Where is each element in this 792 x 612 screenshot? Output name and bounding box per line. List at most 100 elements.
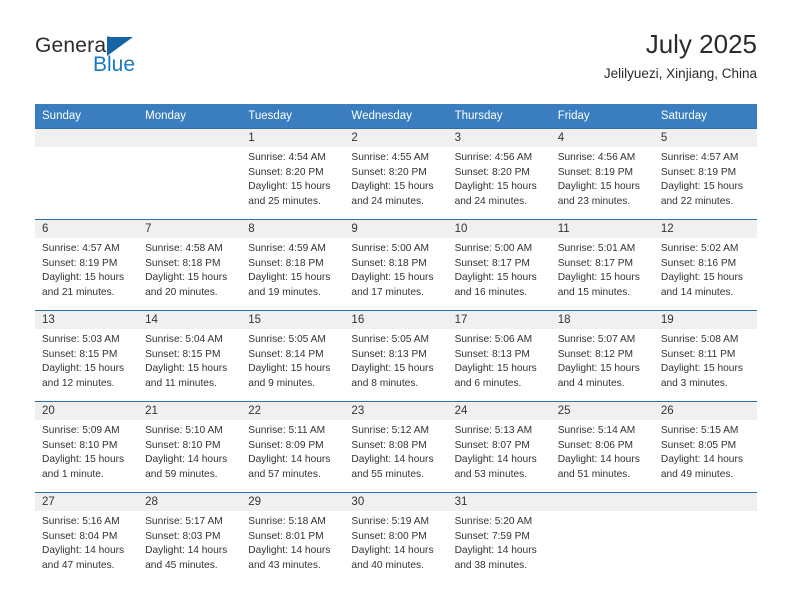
day-details: Sunrise: 5:03 AM Sunset: 8:15 PM Daylight:…: [35, 329, 138, 391]
calendar-day-cell[interactable]: 28 Sunrise: 5:17 AM Sunset: 8:03 PM Dayligh…: [138, 492, 242, 583]
day-details: Sunrise: 4:56 AM Sunset: 8:19 PM Daylight:…: [551, 147, 654, 209]
calendar-day-cell[interactable]: 14 Sunrise: 5:04 AM Sunset: 8:15 PM Dayligh…: [138, 310, 242, 402]
sunset-text: Sunset: 8:09 PM: [248, 439, 324, 451]
daylight-text-line2: and 6 minutes.: [454, 377, 522, 389]
calendar-day-cell[interactable]: 2 Sunrise: 4:55 AM Sunset: 8:20 PM Daylight…: [344, 128, 448, 220]
day-details: [654, 511, 757, 515]
calendar-day-cell[interactable]: 20 Sunrise: 5:09 AM Sunset: 8:10 PM Dayligh…: [35, 401, 139, 493]
daylight-text-line1: Daylight: 14 hours: [42, 545, 125, 557]
calendar-day-cell[interactable]: 1 Sunrise: 4:54 AM Sunset: 8:20 PM Daylight…: [241, 128, 345, 220]
sunset-text: Sunset: 8:03 PM: [145, 530, 221, 542]
sunrise-text: Sunrise: 5:08 AM: [660, 334, 739, 345]
calendar-day-cell[interactable]: 8 Sunrise: 4:59 AM Sunset: 8:18 PM Daylight…: [241, 219, 345, 311]
sunrise-text: Sunrise: 5:10 AM: [145, 425, 223, 436]
sunset-text: Sunset: 8:15 PM: [145, 348, 221, 360]
calendar-day-cell[interactable]: 27 Sunrise: 5:16 AM Sunset: 8:04 PM Dayligh…: [35, 492, 139, 583]
brand-logo[interactable]: General Blue: [35, 34, 265, 90]
calendar-day-cell[interactable]: 12 Sunrise: 5:02 AM Sunset: 8:16 PM Dayligh…: [653, 219, 757, 311]
sunrise-text: Sunrise: 5:05 AM: [351, 334, 430, 345]
calendar-day-cell[interactable]: 9 Sunrise: 5:00 AM Sunset: 8:18 PM Daylight…: [344, 219, 448, 311]
calendar-day-cell[interactable]: 18 Sunrise: 5:07 AM Sunset: 8:12 PM Dayligh…: [550, 310, 654, 402]
calendar-day-cell[interactable]: 29 Sunrise: 5:18 AM Sunset: 8:01 PM Dayligh…: [241, 492, 345, 583]
day-number: [653, 493, 757, 511]
daylight-text-line1: Daylight: 14 hours: [351, 454, 434, 466]
daylight-text-line2: and 4 minutes.: [557, 377, 625, 389]
daylight-text-line2: and 21 minutes.: [42, 286, 115, 298]
sunset-text: Sunset: 8:04 PM: [42, 530, 118, 542]
day-number: 31: [447, 493, 551, 511]
weekday-header-saturday: Saturday: [653, 104, 757, 129]
day-details: Sunrise: 5:02 AM Sunset: 8:16 PM Daylight:…: [654, 238, 757, 300]
daylight-text-line1: Daylight: 15 hours: [454, 181, 537, 193]
daylight-text-line1: Daylight: 15 hours: [145, 272, 228, 284]
day-details: Sunrise: 4:55 AM Sunset: 8:20 PM Daylight:…: [344, 147, 447, 209]
sunset-text: Sunset: 8:08 PM: [351, 439, 427, 451]
calendar-header-row: Sunday Monday Tuesday Wednesday Thursday…: [35, 104, 757, 129]
calendar-day-cell-empty: [35, 128, 139, 220]
day-details: [35, 147, 138, 151]
sunset-text: Sunset: 8:10 PM: [145, 439, 221, 451]
sunset-text: Sunset: 8:17 PM: [454, 257, 530, 269]
calendar-day-cell[interactable]: 3 Sunrise: 4:56 AM Sunset: 8:20 PM Daylight…: [447, 128, 551, 220]
day-details: Sunrise: 4:59 AM Sunset: 8:18 PM Daylight:…: [241, 238, 344, 300]
daylight-text-line2: and 16 minutes.: [454, 286, 528, 298]
calendar-day-cell[interactable]: 16 Sunrise: 5:05 AM Sunset: 8:13 PM Dayligh…: [344, 310, 448, 402]
calendar-day-cell[interactable]: 19 Sunrise: 5:08 AM Sunset: 8:11 PM Dayligh…: [653, 310, 757, 402]
day-number: 14: [138, 311, 242, 329]
day-number: 25: [550, 402, 654, 420]
calendar-day-cell[interactable]: 10 Sunrise: 5:00 AM Sunset: 8:17 PM Dayligh…: [447, 219, 551, 311]
daylight-text-line1: Daylight: 15 hours: [351, 363, 434, 375]
day-details: Sunrise: 4:54 AM Sunset: 8:20 PM Daylight:…: [241, 147, 344, 209]
daylight-text-line1: Daylight: 14 hours: [248, 454, 331, 466]
daylight-text-line2: and 51 minutes.: [557, 468, 631, 480]
calendar-day-cell[interactable]: 23 Sunrise: 5:12 AM Sunset: 8:08 PM Dayligh…: [344, 401, 448, 493]
daylight-text-line1: Daylight: 15 hours: [660, 272, 743, 284]
sunset-text: Sunset: 8:12 PM: [557, 348, 634, 360]
daylight-text-line2: and 12 minutes.: [42, 377, 115, 389]
calendar-day-cell[interactable]: 11 Sunrise: 5:01 AM Sunset: 8:17 PM Dayligh…: [550, 219, 654, 311]
sunrise-text: Sunrise: 4:59 AM: [248, 243, 326, 254]
sunrise-text: Sunrise: 5:13 AM: [454, 425, 533, 436]
calendar-day-cell[interactable]: 30 Sunrise: 5:19 AM Sunset: 8:00 PM Dayligh…: [344, 492, 448, 583]
sunset-text: Sunset: 8:06 PM: [557, 439, 634, 451]
daylight-text-line1: Daylight: 14 hours: [145, 454, 228, 466]
day-details: Sunrise: 5:01 AM Sunset: 8:17 PM Daylight:…: [551, 238, 654, 300]
calendar-day-cell[interactable]: 25 Sunrise: 5:14 AM Sunset: 8:06 PM Dayligh…: [550, 401, 654, 493]
calendar-day-cell[interactable]: 17 Sunrise: 5:06 AM Sunset: 8:13 PM Dayligh…: [447, 310, 551, 402]
calendar-day-cell[interactable]: 6 Sunrise: 4:57 AM Sunset: 8:19 PM Daylight…: [35, 219, 139, 311]
daylight-text-line1: Daylight: 15 hours: [557, 363, 640, 375]
day-details: Sunrise: 5:07 AM Sunset: 8:12 PM Daylight:…: [551, 329, 654, 391]
day-details: Sunrise: 4:58 AM Sunset: 8:18 PM Daylight:…: [138, 238, 241, 300]
daylight-text-line1: Daylight: 14 hours: [557, 454, 640, 466]
calendar-day-cell[interactable]: 26 Sunrise: 5:15 AM Sunset: 8:05 PM Dayligh…: [653, 401, 757, 493]
calendar-day-cell[interactable]: 7 Sunrise: 4:58 AM Sunset: 8:18 PM Daylight…: [138, 219, 242, 311]
day-number: 17: [447, 311, 551, 329]
calendar-day-cell[interactable]: 22 Sunrise: 5:11 AM Sunset: 8:09 PM Dayligh…: [241, 401, 345, 493]
calendar-day-cell[interactable]: 24 Sunrise: 5:13 AM Sunset: 8:07 PM Dayligh…: [447, 401, 551, 493]
daylight-text-line2: and 17 minutes.: [351, 286, 424, 298]
sunrise-text: Sunrise: 4:55 AM: [351, 152, 430, 163]
calendar-week-row: 1 Sunrise: 4:54 AM Sunset: 8:20 PM Daylight…: [35, 128, 757, 220]
calendar-day-cell[interactable]: 4 Sunrise: 4:56 AM Sunset: 8:19 PM Daylight…: [550, 128, 654, 220]
calendar-day-cell[interactable]: 5 Sunrise: 4:57 AM Sunset: 8:19 PM Daylight…: [653, 128, 757, 220]
sunrise-text: Sunrise: 4:56 AM: [557, 152, 636, 163]
page-header: General Blue July 2025 Jelilyuezi, Xinji…: [35, 28, 757, 90]
daylight-text-line2: and 19 minutes.: [248, 286, 321, 298]
sunset-text: Sunset: 8:13 PM: [351, 348, 427, 360]
daylight-text-line1: Daylight: 14 hours: [248, 545, 331, 557]
calendar-day-cell[interactable]: 15 Sunrise: 5:05 AM Sunset: 8:14 PM Dayligh…: [241, 310, 345, 402]
weekday-header-friday: Friday: [550, 104, 654, 129]
calendar-day-cell[interactable]: 13 Sunrise: 5:03 AM Sunset: 8:15 PM Dayligh…: [35, 310, 139, 402]
day-number: [550, 493, 654, 511]
calendar-day-cell[interactable]: 21 Sunrise: 5:10 AM Sunset: 8:10 PM Dayligh…: [138, 401, 242, 493]
sunset-text: Sunset: 7:59 PM: [454, 530, 530, 542]
calendar-day-cell[interactable]: 31 Sunrise: 5:20 AM Sunset: 7:59 PM Dayligh…: [447, 492, 551, 583]
day-details: Sunrise: 5:20 AM Sunset: 7:59 PM Daylight:…: [448, 511, 551, 573]
day-number: 24: [447, 402, 551, 420]
day-number: 20: [35, 402, 139, 420]
sunset-text: Sunset: 8:20 PM: [351, 166, 427, 178]
sunrise-text: Sunrise: 5:00 AM: [351, 243, 430, 254]
weekday-header-thursday: Thursday: [447, 104, 551, 129]
day-number: 21: [138, 402, 242, 420]
sunrise-text: Sunrise: 5:18 AM: [248, 516, 326, 527]
